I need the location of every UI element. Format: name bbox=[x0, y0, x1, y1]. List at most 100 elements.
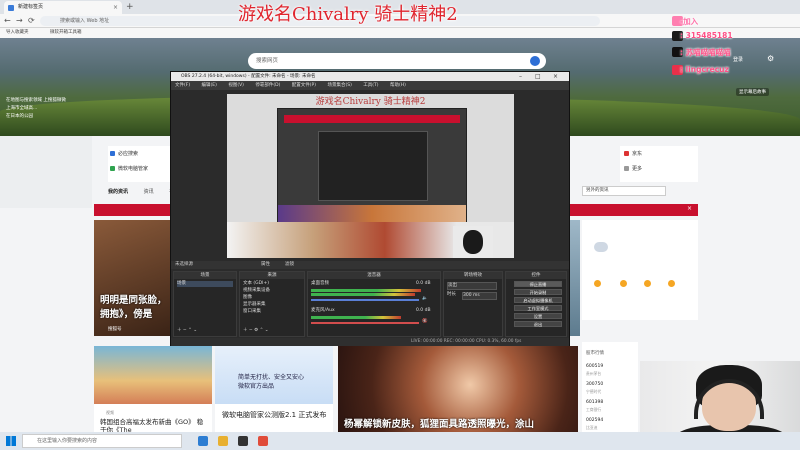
tab-news[interactable]: 资讯 bbox=[144, 189, 154, 195]
jd-icon bbox=[624, 151, 629, 156]
service-label: 微软电脑管家 bbox=[118, 166, 149, 172]
stocks-title: 股市行情 bbox=[586, 351, 604, 356]
speaker-icon[interactable]: 🔈 bbox=[422, 296, 428, 302]
volume-slider[interactable] bbox=[311, 322, 419, 324]
close-icon[interactable]: × bbox=[687, 205, 692, 212]
volume-slider[interactable] bbox=[311, 299, 419, 301]
dock-title: 场景 bbox=[174, 272, 236, 279]
news-title[interactable]: 微软电脑管家公测版2.1 正式发布 bbox=[222, 411, 330, 420]
dock-title: 混音器 bbox=[308, 272, 440, 279]
stock-name: 宁德时代 bbox=[586, 389, 602, 394]
menu-profile[interactable]: 配置文件(P) bbox=[292, 83, 316, 88]
forward-icon[interactable]: → bbox=[16, 15, 23, 27]
news-title[interactable]: 韩国组合高福太发布新曲《GO》 稳于你《The bbox=[100, 418, 208, 432]
menu-docks[interactable]: 停靠部件(D) bbox=[255, 83, 280, 88]
menu-view[interactable]: 视图(V) bbox=[228, 83, 244, 88]
news-image[interactable] bbox=[94, 346, 212, 404]
stock-code[interactable]: 601398 bbox=[586, 400, 603, 405]
sun-icon bbox=[644, 280, 651, 287]
stock-code[interactable]: 300750 bbox=[586, 382, 603, 387]
properties-button[interactable]: 属性 bbox=[261, 261, 270, 269]
filters-button[interactable]: 滤镜 bbox=[285, 261, 294, 269]
obs-preview[interactable]: 游戏名Chivalry 骑士精神2 bbox=[227, 94, 514, 258]
scene-item[interactable]: 场景 bbox=[177, 281, 233, 287]
stock-name: 工商银行 bbox=[586, 407, 602, 412]
sign-in-link[interactable]: 登录 bbox=[733, 56, 743, 63]
settings-button[interactable]: 设置 bbox=[514, 313, 562, 319]
close-icon[interactable]: × bbox=[113, 1, 118, 14]
edge-icon[interactable] bbox=[198, 436, 208, 446]
source-controls[interactable]: ＋ − ⚙ ⌃ ⌄ bbox=[243, 328, 269, 334]
studio-mode-button[interactable]: 工作室模式 bbox=[514, 305, 562, 311]
sun-icon bbox=[668, 280, 675, 287]
bookmark-item[interactable]: 微软开箱工具箱 bbox=[50, 29, 82, 37]
back-icon[interactable]: ← bbox=[4, 15, 11, 27]
feed-select[interactable]: 另外的资讯 bbox=[582, 186, 666, 196]
taskbar-search-input[interactable]: 在这里输入你要搜索的内容 bbox=[22, 434, 182, 448]
file-explorer-icon[interactable] bbox=[218, 436, 228, 446]
controls-dock: 控件 停止直播 开始录制 启动虚拟摄像机 工作室模式 设置 退出 bbox=[505, 271, 567, 337]
search-icon[interactable] bbox=[530, 56, 540, 66]
social-line: : 315485181 bbox=[680, 31, 733, 40]
source-item[interactable]: 窗口采集 bbox=[243, 309, 261, 315]
news-subtitle[interactable]: 拥抱》，傍是 bbox=[100, 306, 152, 320]
new-tab-button[interactable]: + bbox=[126, 1, 134, 13]
pcmanager-icon bbox=[110, 166, 115, 171]
source-item[interactable]: 显示器采集 bbox=[243, 302, 266, 308]
duration-input[interactable]: 300 ms bbox=[462, 292, 497, 300]
menu-edit[interactable]: 编辑(E) bbox=[202, 83, 217, 88]
bookmark-item[interactable]: 导入收藏夹 bbox=[6, 29, 29, 37]
service-bing[interactable]: 必应搜索 bbox=[110, 150, 138, 157]
stock-name: 贵州茅台 bbox=[586, 371, 602, 376]
virtual-camera-button[interactable]: 启动虚拟摄像机 bbox=[514, 297, 562, 303]
exit-button[interactable]: 退出 bbox=[514, 321, 562, 327]
edge-tab-icon bbox=[8, 5, 14, 11]
transitions-dock: 转场特效 淡出 时长 300 ms bbox=[443, 271, 503, 337]
stream-title-overlay: 游戏名Chivalry 骑士精神2 bbox=[238, 4, 458, 25]
hero-caption-link[interactable]: 显示幕后故事 bbox=[736, 88, 769, 96]
search-input[interactable]: 搜索网页 bbox=[248, 53, 546, 69]
news-title[interactable]: 明明是同张脸， bbox=[100, 292, 167, 306]
service-label: 更多 bbox=[632, 166, 643, 172]
dock-title: 来源 bbox=[240, 272, 304, 279]
start-recording-button[interactable]: 开始录制 bbox=[514, 289, 562, 295]
service-jd[interactable]: 京东 bbox=[624, 150, 642, 157]
close-icon[interactable]: × bbox=[553, 72, 558, 81]
stop-stream-button[interactable]: 停止直播 bbox=[514, 281, 562, 287]
bing-icon bbox=[110, 151, 115, 156]
menu-help[interactable]: 帮助(H) bbox=[390, 83, 406, 88]
service-pcmanager[interactable]: 微软电脑管家 bbox=[110, 165, 148, 172]
stock-code[interactable]: 002594 bbox=[586, 418, 603, 423]
menu-file[interactable]: 文件(F) bbox=[175, 83, 190, 88]
windows-start-icon[interactable] bbox=[6, 436, 16, 446]
maximize-icon[interactable]: □ bbox=[535, 72, 541, 81]
weather-card[interactable] bbox=[582, 220, 698, 320]
hero-news-line: 上海市全域高... bbox=[6, 106, 38, 111]
tab-my-news[interactable]: 我的资讯 bbox=[108, 189, 128, 195]
hero-news-line: 在地图与搜索领域 上搜狐微微 bbox=[6, 98, 66, 103]
gear-icon[interactable]: ⚙ bbox=[767, 54, 774, 63]
menu-scene-collection[interactable]: 场景集合(S) bbox=[327, 83, 351, 88]
transition-select[interactable]: 淡出 bbox=[447, 282, 497, 290]
refresh-icon[interactable]: ⟳ bbox=[28, 15, 35, 27]
service-more[interactable]: 更多 bbox=[624, 165, 642, 172]
social-line: -加入 bbox=[680, 17, 699, 26]
mic-muted-icon[interactable]: 🔇 bbox=[422, 319, 428, 325]
source-item[interactable]: 图像 bbox=[243, 295, 252, 301]
stocks-card[interactable]: 股市行情 600519 贵州茅台 300750 宁德时代 601398 工商银行… bbox=[582, 342, 638, 432]
menu-tools[interactable]: 工具(T) bbox=[363, 83, 378, 88]
preview-overlay-title: 游戏名Chivalry 骑士精神2 bbox=[315, 97, 426, 107]
mixer-track-name: 麦克风/Aux bbox=[311, 308, 335, 313]
minimize-icon[interactable]: – bbox=[519, 72, 522, 81]
source-item[interactable]: 视频采集设备 bbox=[243, 288, 270, 294]
obs-icon[interactable] bbox=[238, 436, 248, 446]
scenes-dock: 场景 场景 ＋ − ⌃ ⌄ bbox=[173, 271, 237, 337]
stock-code[interactable]: 600519 bbox=[586, 364, 603, 369]
scene-controls[interactable]: ＋ − ⌃ ⌄ bbox=[177, 328, 197, 334]
browser-tab[interactable]: 新建标签页 × bbox=[4, 1, 122, 14]
chrome-icon[interactable] bbox=[258, 436, 268, 446]
tab-title: 新建标签页 bbox=[18, 4, 44, 10]
hero-news-line: 在日本的公园 bbox=[6, 114, 33, 119]
news-title[interactable]: 杨幂解锁新皮肤，狐狸面具路透照曝光，涂山 bbox=[344, 416, 534, 430]
source-item[interactable]: 文本 (GDI+) bbox=[243, 281, 269, 287]
